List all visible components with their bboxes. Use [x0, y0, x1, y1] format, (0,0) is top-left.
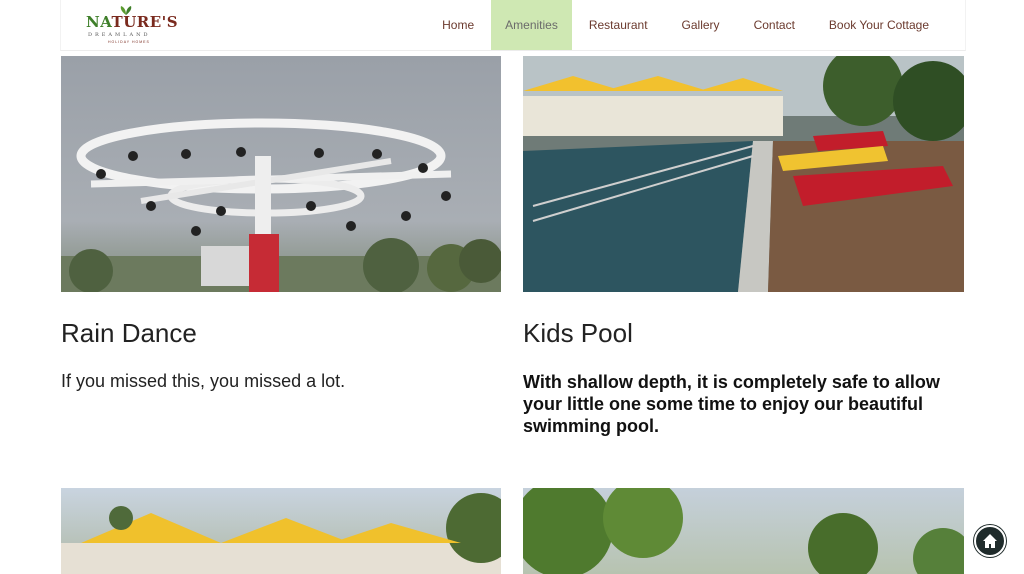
amenity-desc-kids-pool: With shallow depth, it is completely saf… [523, 372, 940, 436]
nav-home[interactable]: Home [425, 0, 491, 50]
home-icon [983, 534, 997, 548]
nav-restaurant[interactable]: Restaurant [572, 0, 665, 50]
site-logo[interactable]: NATURE'S DREAMLAND HOLIDAY HOMES [86, 5, 178, 47]
main-nav: Home Amenities Restaurant Gallery Contac… [425, 0, 965, 50]
amenity-title-rain-dance: Rain Dance [61, 318, 197, 348]
back-to-top-button[interactable] [974, 525, 1006, 557]
site-header: NATURE'S DREAMLAND HOLIDAY HOMES Home Am… [60, 0, 966, 51]
garden-image [523, 488, 964, 574]
logo-subtitle: DREAMLAND [88, 32, 151, 38]
nav-gallery[interactable]: Gallery [665, 0, 737, 50]
cottages-image [61, 488, 501, 574]
amenity-desc-rain-dance: If you missed this, you missed a lot. [61, 371, 346, 391]
nav-book-cottage[interactable]: Book Your Cottage [812, 0, 965, 50]
amenity-title-kids-pool: Kids Pool [523, 318, 633, 348]
logo-tagline: HOLIDAY HOMES [108, 40, 150, 44]
logo-wordmark: NATURE'S [86, 13, 179, 31]
nav-contact[interactable]: Contact [737, 0, 812, 50]
kids-pool-image [523, 56, 964, 292]
rain-dance-image [61, 56, 501, 292]
nav-amenities[interactable]: Amenities [491, 0, 572, 50]
